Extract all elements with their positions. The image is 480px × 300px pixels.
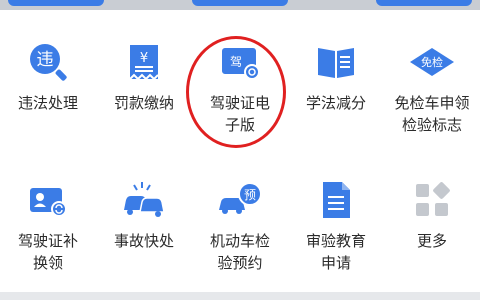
svg-text:¥: ¥	[140, 51, 148, 66]
service-label: 免检车申领 检验标志	[394, 94, 470, 134]
vehicle-booking-icon: 预	[216, 176, 264, 224]
service-label: 违法处理	[17, 94, 78, 112]
tab-indicator	[192, 0, 288, 6]
service-fine-payment[interactable]: ¥ 罚款缴纳	[96, 10, 192, 140]
bottom-strip	[0, 292, 480, 300]
fine-receipt-icon: ¥	[120, 38, 168, 86]
service-license-renew[interactable]: 驾驶证补 换领	[0, 148, 96, 278]
service-label: 学法减分	[305, 94, 366, 112]
license-renew-icon	[24, 176, 72, 224]
svg-text:预: 预	[244, 188, 256, 202]
service-vehicle-booking[interactable]: 预 机动车检 验预约	[192, 148, 288, 278]
service-accident[interactable]: 事故快处	[96, 148, 192, 278]
document-icon	[312, 176, 360, 224]
svg-text:免检: 免检	[421, 55, 443, 69]
tab-indicator	[376, 0, 472, 6]
service-label: 机动车检 验预约	[209, 232, 270, 272]
service-review-education[interactable]: 审验教育 申请	[288, 148, 384, 278]
service-label: 事故快处	[113, 232, 174, 250]
inspection-exempt-icon: 免检	[408, 38, 456, 86]
violation-search-icon: 违	[24, 38, 72, 86]
service-more[interactable]: 更多	[384, 148, 480, 278]
service-label: 驾驶证补 换领	[17, 232, 78, 272]
highlight-circle	[186, 36, 286, 148]
study-book-icon	[312, 38, 360, 86]
service-inspection-exempt[interactable]: 免检 免检车申领 检验标志	[384, 10, 480, 140]
more-grid-icon	[408, 176, 456, 224]
accident-cars-icon	[120, 176, 168, 224]
svg-text:违: 违	[37, 50, 54, 70]
service-label: 罚款缴纳	[113, 94, 174, 112]
tab-indicator	[8, 0, 104, 6]
service-violation[interactable]: 违 违法处理	[0, 10, 96, 140]
service-study-points[interactable]: 学法减分	[288, 10, 384, 140]
service-label: 更多	[416, 232, 447, 250]
service-grid: 违 违法处理 ¥ 罚款缴纳 驾 驾驶证电 子版 学法减分 免检 免检车申领 检验…	[0, 10, 480, 292]
service-label: 审验教育 申请	[305, 232, 366, 272]
top-strip	[0, 0, 480, 10]
